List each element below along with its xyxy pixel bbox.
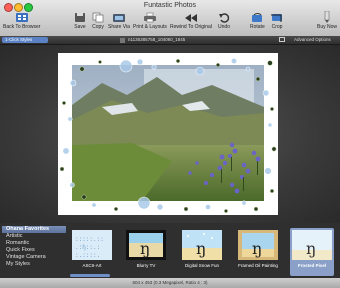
- style-thumb-blurry-tv[interactable]: ŋ Blurry TV: [124, 228, 168, 276]
- share-icon: [112, 11, 126, 23]
- svg-text:ŋ: ŋ: [140, 239, 150, 258]
- print-layouts-button[interactable]: Print & Layouts: [133, 11, 167, 33]
- thumb-image: ŋ: [238, 230, 278, 260]
- buy-now-label: Buy Now: [317, 24, 338, 30]
- style-thumbnails: :::::.:: .:ɧ::.::.::::. ASCII-Art ŋ Blurr…: [68, 228, 340, 276]
- pencil-icon: [320, 11, 334, 23]
- advanced-options-button[interactable]: Advanced Options: [294, 37, 331, 43]
- photo-stage: [0, 45, 340, 223]
- share-via-label: Share Via: [108, 24, 130, 30]
- rewind-icon: [184, 11, 198, 23]
- thumb-caption: Framed Oil Painting: [238, 263, 278, 268]
- style-thumb-framed-oil-painting[interactable]: ŋ Framed Oil Painting: [236, 228, 280, 276]
- copy-label: Copy: [92, 24, 104, 30]
- svg-text:.:ɧ::.:: .:ɧ::.:: [75, 244, 100, 251]
- category-item-ohana-favorites[interactable]: Ohana Favorites: [2, 226, 66, 233]
- thumb-caption: ASCII-Art: [82, 263, 102, 268]
- printer-icon: [143, 11, 157, 23]
- style-category-list: Ohana Favorites Artistic Romantic Quick …: [2, 226, 66, 276]
- rotate-icon: [250, 11, 264, 23]
- category-item-vintage-camera[interactable]: Vintage Camera: [2, 254, 66, 261]
- filename-field: n1136385758_104060_1845: [120, 37, 270, 43]
- rotate-button[interactable]: Rotate: [250, 11, 265, 33]
- crop-icon: [270, 11, 284, 23]
- undo-label: Undo: [218, 24, 230, 30]
- photo-frame: [58, 53, 278, 215]
- undo-icon: [217, 11, 231, 23]
- print-layouts-label: Print & Layouts: [133, 24, 167, 30]
- category-item-my-styles[interactable]: My Styles: [2, 261, 66, 268]
- buy-now-button[interactable]: Buy Now: [317, 11, 337, 33]
- status-bar: 604 x 453 (0.3 Megapixel, Ratio 4 : 3): [0, 278, 340, 288]
- undo-button[interactable]: Undo: [217, 11, 231, 33]
- category-item-quick-fixes[interactable]: Quick Fixes: [2, 247, 66, 254]
- fullscreen-icon[interactable]: [279, 37, 285, 42]
- rewind-to-original-label: Rewind To Original: [170, 24, 212, 30]
- style-thumb-ascii-art[interactable]: :::::.:: .:ɧ::.::.::::. ASCII-Art: [70, 228, 114, 276]
- svg-text::::::.::: :::::.::: [75, 236, 104, 243]
- thumbnail-scrollbar[interactable]: [70, 274, 110, 277]
- title-bar: Funtastic Photos Back To Browser Save Co…: [0, 0, 340, 37]
- rotate-label: Rotate: [250, 24, 265, 30]
- disk-icon: [73, 11, 87, 23]
- save-label: Save: [74, 24, 86, 30]
- style-thumb-frosted-pixel[interactable]: ŋ Frosted Pixel: [290, 228, 334, 276]
- svg-text::.::::.: :.::::.: [75, 252, 100, 259]
- copy-button[interactable]: Copy: [91, 11, 105, 33]
- grid-icon: [15, 11, 29, 23]
- window-title: Funtastic Photos: [143, 2, 197, 9]
- thumb-image: ŋ: [182, 230, 222, 260]
- thumb-image: ŋ: [126, 230, 166, 260]
- thumb-caption: Frosted Pixel: [297, 263, 327, 268]
- share-via-button[interactable]: Share Via: [108, 11, 130, 33]
- svg-text:ŋ: ŋ: [252, 239, 262, 258]
- collapse-icon[interactable]: [120, 37, 125, 43]
- style-thumb-digital-snow-fun[interactable]: ŋ Digital Snow Fun: [180, 228, 224, 276]
- rewind-to-original-button[interactable]: Rewind To Original: [170, 11, 212, 33]
- image-info-text: 604 x 453 (0.3 Megapixel, Ratio 4 : 3): [132, 280, 208, 285]
- thumb-image: :::::.:: .:ɧ::.::.::::.: [72, 230, 112, 260]
- bubble-frame-overlay: [59, 57, 277, 213]
- thumb-image: ŋ: [292, 230, 332, 260]
- thumb-caption: Digital Snow Fun: [184, 263, 220, 268]
- category-item-artistic[interactable]: Artistic: [2, 233, 66, 240]
- svg-text:ŋ: ŋ: [306, 239, 316, 258]
- category-item-romantic[interactable]: Romantic: [2, 240, 66, 247]
- crop-label: Crop: [271, 24, 283, 30]
- back-to-browser-label: Back To Browser: [3, 24, 41, 30]
- thumb-caption: Blurry TV: [136, 263, 156, 268]
- svg-text:ŋ: ŋ: [196, 239, 206, 258]
- copy-icon: [91, 11, 105, 23]
- crop-button[interactable]: Crop: [270, 11, 284, 33]
- back-to-browser-button[interactable]: Back To Browser: [3, 11, 40, 33]
- sub-toolbar: 1-Click Styles n1136385758_104060_1845 A…: [0, 36, 340, 45]
- filename-text: n1136385758_104060_1845: [128, 37, 186, 42]
- click-styles-tab[interactable]: 1-Click Styles: [2, 37, 48, 43]
- save-button[interactable]: Save: [73, 11, 87, 33]
